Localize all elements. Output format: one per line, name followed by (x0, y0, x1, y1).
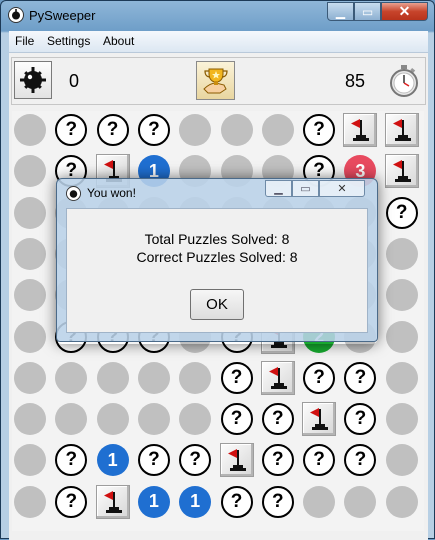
question-cell[interactable]: ? (137, 444, 170, 477)
unrevealed-cell[interactable] (14, 320, 46, 353)
window-title: PySweeper (29, 8, 96, 23)
close-button[interactable]: ✕ (381, 2, 428, 21)
correct-solved-text: Correct Puzzles Solved: 8 (136, 249, 298, 265)
question-cell[interactable]: ? (344, 361, 377, 394)
unrevealed-cell[interactable] (137, 361, 170, 394)
question-cell[interactable]: ? (385, 196, 418, 229)
unrevealed-cell[interactable] (261, 114, 294, 146)
unrevealed-cell[interactable] (14, 114, 46, 146)
flag-cell[interactable] (302, 402, 337, 437)
question-cell[interactable]: ? (261, 403, 294, 436)
unrevealed-cell[interactable] (303, 485, 336, 518)
unrevealed-cell[interactable] (14, 444, 46, 477)
question-cell[interactable]: ? (303, 114, 336, 146)
flag-cell[interactable] (384, 113, 419, 147)
unrevealed-cell[interactable] (220, 114, 253, 146)
total-solved-text: Total Puzzles Solved: 8 (144, 231, 290, 247)
status-toolbar: 0 85 (11, 57, 426, 105)
unrevealed-cell[interactable] (385, 444, 418, 477)
unrevealed-cell[interactable] (14, 403, 46, 436)
ok-button[interactable]: OK (190, 289, 244, 320)
unrevealed-cell[interactable] (344, 485, 377, 518)
unrevealed-cell[interactable] (385, 279, 418, 312)
question-cell[interactable]: ? (55, 485, 88, 518)
unrevealed-cell[interactable] (137, 403, 170, 436)
dialog-maximize-button[interactable]: ▭ (292, 180, 319, 197)
menu-file[interactable]: File (15, 34, 34, 48)
flag-cell[interactable] (95, 484, 130, 519)
question-cell[interactable]: ? (220, 485, 253, 518)
flag-icon (227, 449, 246, 472)
app-mine-icon (8, 7, 24, 23)
dialog-title: You won! (87, 186, 136, 200)
menu-bar: File Settings About (9, 31, 428, 53)
title-bar[interactable]: PySweeper ▁ ▭ ✕ (1, 1, 434, 31)
number-cell[interactable]: 1 (137, 485, 170, 518)
number-cell[interactable]: 1 (96, 444, 129, 477)
menu-settings[interactable]: Settings (47, 34, 90, 48)
question-cell[interactable]: ? (344, 444, 377, 477)
unrevealed-cell[interactable] (14, 237, 46, 270)
win-dialog: You won! ▁ ▭ ✕ Total Puzzles Solved: 8 C… (56, 178, 378, 342)
flag-icon (103, 490, 122, 513)
unrevealed-cell[interactable] (385, 403, 418, 436)
dialog-minimize-button[interactable]: ▁ (265, 180, 292, 197)
question-cell[interactable]: ? (303, 444, 336, 477)
mine-button[interactable] (14, 61, 52, 99)
unrevealed-cell[interactable] (179, 361, 212, 394)
flag-icon (310, 408, 329, 431)
minimize-button[interactable]: ▁ (327, 2, 354, 21)
maximize-button[interactable]: ▭ (354, 2, 381, 21)
unrevealed-cell[interactable] (96, 403, 129, 436)
question-cell[interactable]: ? (303, 361, 336, 394)
unrevealed-cell[interactable] (385, 237, 418, 270)
flag-icon (268, 366, 287, 389)
unrevealed-cell[interactable] (55, 403, 88, 436)
question-cell[interactable]: ? (344, 403, 377, 436)
question-cell[interactable]: ? (179, 444, 212, 477)
unrevealed-cell[interactable] (14, 196, 46, 229)
dialog-app-icon (66, 186, 81, 201)
dialog-body: Total Puzzles Solved: 8 Correct Puzzles … (66, 208, 368, 333)
flag-cell[interactable] (219, 443, 254, 478)
question-cell[interactable]: ? (96, 114, 129, 146)
unrevealed-cell[interactable] (179, 403, 212, 436)
flag-icon (392, 160, 411, 183)
question-cell[interactable]: ? (261, 485, 294, 518)
flag-cell[interactable] (384, 154, 419, 189)
question-cell[interactable]: ? (137, 114, 170, 146)
mine-icon (20, 67, 46, 93)
unrevealed-cell[interactable] (55, 361, 88, 394)
dialog-close-button[interactable]: ✕ (319, 180, 365, 197)
menu-about[interactable]: About (103, 34, 134, 48)
unrevealed-cell[interactable] (14, 485, 46, 518)
unrevealed-cell[interactable] (179, 114, 212, 146)
question-cell[interactable]: ? (55, 444, 88, 477)
unrevealed-cell[interactable] (96, 361, 129, 394)
unrevealed-cell[interactable] (14, 361, 46, 394)
question-cell[interactable]: ? (220, 361, 253, 394)
question-cell[interactable]: ? (220, 403, 253, 436)
trophy-hand-icon (202, 68, 228, 93)
number-cell[interactable]: 1 (179, 485, 212, 518)
flag-cell[interactable] (343, 113, 378, 147)
unrevealed-cell[interactable] (385, 485, 418, 518)
timer-value: 85 (345, 71, 366, 91)
question-cell[interactable]: ? (261, 444, 294, 477)
question-cell[interactable]: ? (55, 114, 88, 146)
mines-remaining-counter: 0 (69, 71, 80, 91)
flag-icon (351, 119, 370, 141)
new-game-button[interactable] (196, 61, 235, 100)
stopwatch-icon (390, 65, 418, 97)
flag-cell[interactable] (260, 360, 295, 395)
unrevealed-cell[interactable] (385, 361, 418, 394)
unrevealed-cell[interactable] (385, 320, 418, 353)
unrevealed-cell[interactable] (14, 279, 46, 312)
flag-icon (392, 119, 411, 141)
unrevealed-cell[interactable] (14, 155, 46, 188)
